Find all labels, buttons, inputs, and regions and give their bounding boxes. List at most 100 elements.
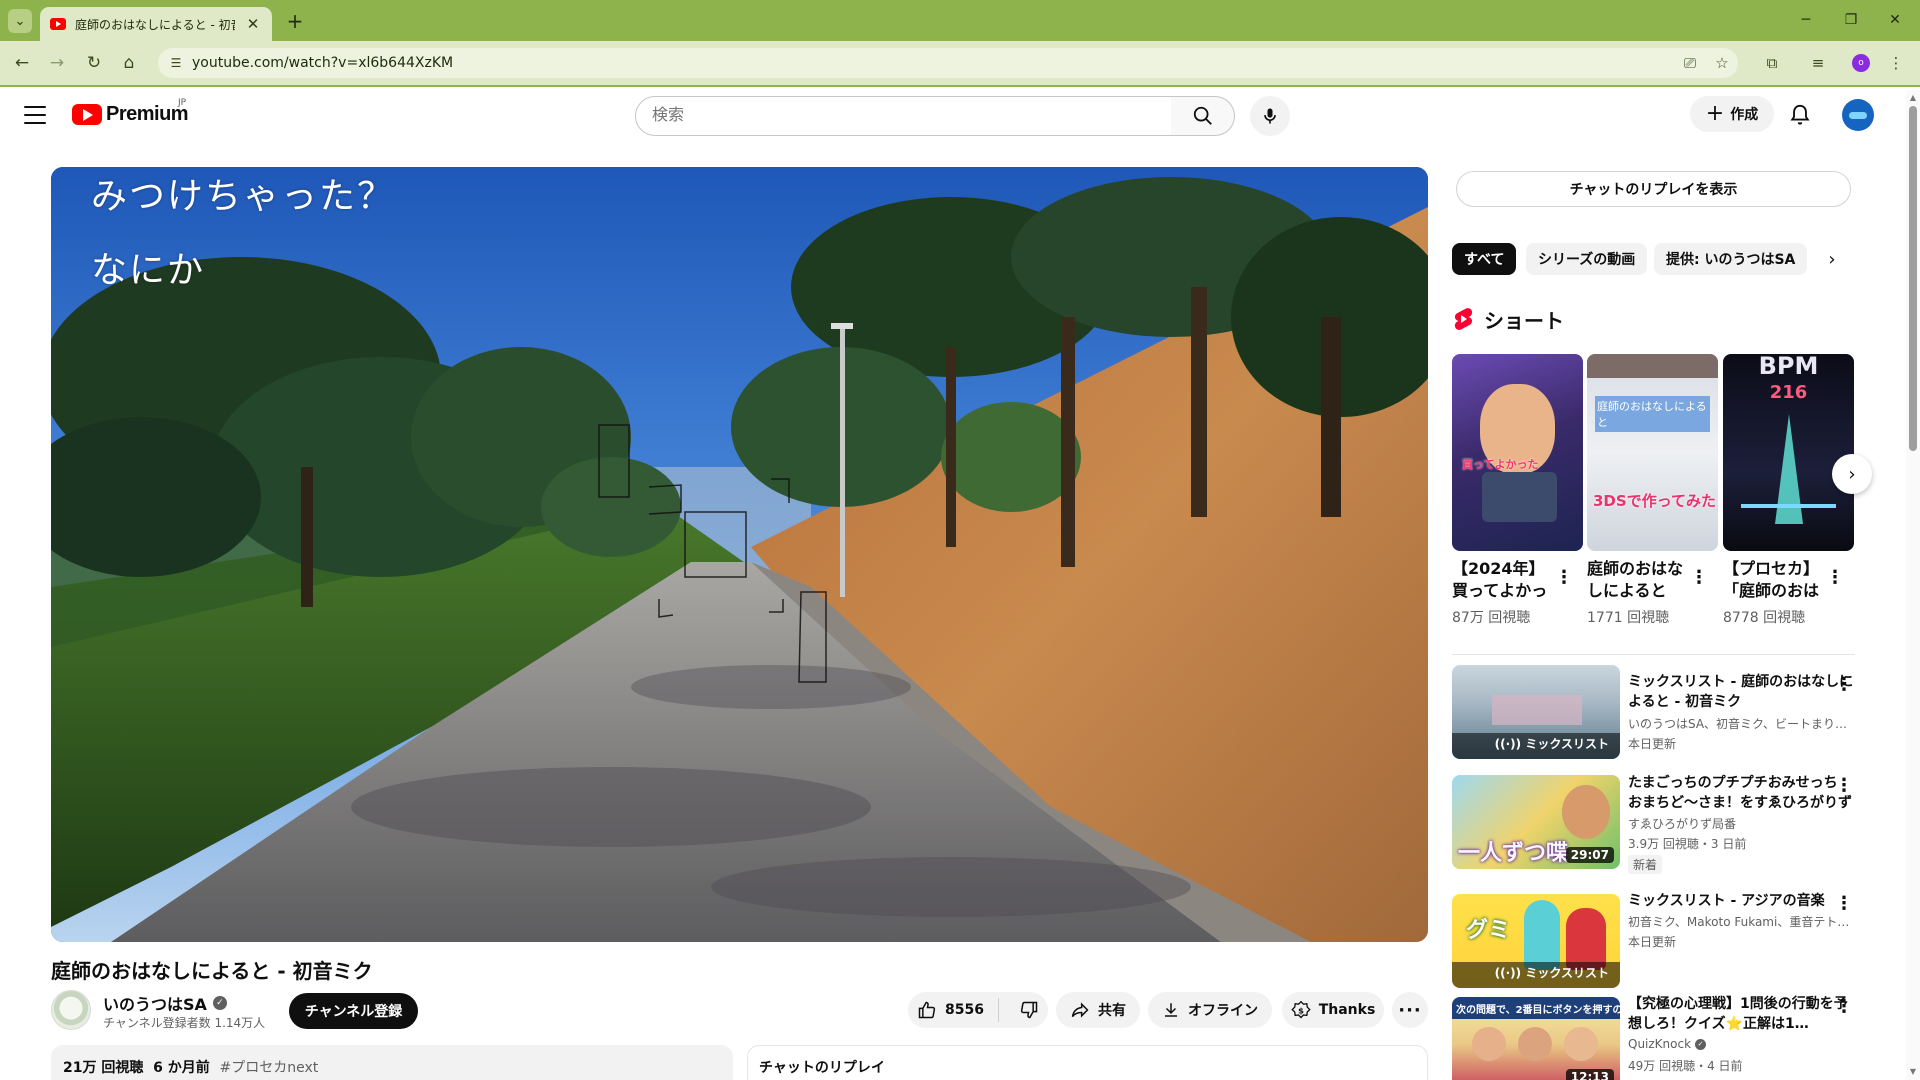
install-app-icon[interactable]: ⎚ <box>1678 51 1702 75</box>
short-thumb-caption: 3DSで作ってみた <box>1593 492 1716 510</box>
channel-name-text[interactable]: いのうつはSA <box>103 991 207 1015</box>
chat-replay-heading: チャットのリプレイ <box>759 1060 885 1076</box>
create-button[interactable]: + 作成 <box>1690 96 1774 132</box>
dislike-button[interactable] <box>1007 1000 1039 1020</box>
video-frame <box>51 167 1428 942</box>
microphone-icon <box>1264 108 1276 124</box>
window-close-icon[interactable]: ✕ <box>1880 8 1910 32</box>
short-thumbnail[interactable]: BPM 216 <box>1723 354 1854 551</box>
recommendation-title[interactable]: ミックスリスト - 庭師のおはなしによると - 初音ミク <box>1628 672 1856 712</box>
show-chat-replay-button[interactable]: チャットのリプレイを表示 <box>1456 171 1851 207</box>
account-avatar[interactable] <box>1842 99 1874 131</box>
back-icon[interactable]: ← <box>8 49 36 77</box>
recommendation-title[interactable]: ミックスリスト - アジアの音楽 <box>1628 891 1856 911</box>
more-vertical-icon[interactable]: ⋮ <box>1826 565 1844 589</box>
subscribe-button[interactable]: チャンネル登録 <box>289 993 418 1029</box>
share-button[interactable]: 共有 <box>1056 992 1140 1028</box>
person-face <box>1472 1027 1506 1061</box>
video-title: 庭師のおはなしによると - 初音ミク <box>51 959 373 983</box>
youtube-favicon-icon <box>50 18 66 30</box>
video-player[interactable]: みつけちゃった？ なにか <box>51 167 1428 942</box>
judge-line <box>1741 504 1836 508</box>
offline-download-button[interactable]: オフライン <box>1148 992 1272 1028</box>
short-views: 8778 回視聴 <box>1723 610 1806 626</box>
gadget-shape <box>1482 472 1557 522</box>
recommendation-channel-row: QuizKnock ✓ <box>1628 1037 1854 1051</box>
video-overlay-text-2: なにか <box>91 250 206 291</box>
bookmark-star-icon[interactable]: ☆ <box>1710 51 1734 75</box>
scrollbar-thumb[interactable] <box>1909 106 1917 451</box>
scroll-up-icon[interactable]: ▲ <box>1907 91 1919 103</box>
chip-channel[interactable]: 提供: いのうつはSA <box>1654 243 1808 275</box>
short-title[interactable]: 【プロセカ】「庭師のおはなしによると」 <box>1723 558 1831 602</box>
chip-series[interactable]: シリーズの動画 <box>1526 243 1648 275</box>
recommendation-thumbnail[interactable]: 一人ずつ喋 29:07 <box>1452 775 1620 869</box>
short-thumbnail[interactable]: 買ってよかった <box>1452 354 1583 551</box>
recommendation-thumbnail[interactable]: 次の問題で、2番目にボタンを押すのは？ 12:13 <box>1452 997 1620 1080</box>
more-vertical-icon[interactable]: ⋮ <box>1690 565 1708 589</box>
new-tab-button[interactable]: + <box>282 8 308 34</box>
channel-name[interactable]: いのうつはSA ✓ <box>103 991 227 1015</box>
search-button[interactable] <box>1171 96 1235 136</box>
verified-check-icon: ✓ <box>212 996 227 1010</box>
thumb-header-bar <box>1587 354 1718 378</box>
more-vertical-icon[interactable]: ⋮ <box>1835 773 1853 797</box>
notifications-bell-icon[interactable] <box>1786 101 1814 129</box>
reload-icon[interactable]: ↻ <box>80 49 108 77</box>
logo-text: Premium <box>106 103 189 125</box>
shelf-divider <box>1452 654 1855 655</box>
youtube-play-icon <box>72 104 102 125</box>
channel-avatar[interactable] <box>51 990 91 1030</box>
chevron-right-icon[interactable]: › <box>1818 243 1846 275</box>
voice-search-button[interactable] <box>1250 96 1290 136</box>
short-thumbnail[interactable]: 庭師のおはなしによると 3DSで作ってみた <box>1587 354 1718 551</box>
browser-menu-icon[interactable]: ⋮ <box>1884 51 1908 75</box>
thanks-button[interactable]: $ Thanks <box>1282 992 1384 1028</box>
more-actions-button[interactable]: ··· <box>1392 992 1428 1028</box>
short-thumb-caption: BPM <box>1758 354 1819 380</box>
shorts-next-button[interactable]: › <box>1832 454 1872 494</box>
recommendation-title[interactable]: 【究極の心理戦】1問後の行動を予想しろ！クイズ⭐正解は1… <box>1628 994 1856 1034</box>
scroll-down-icon[interactable]: ▼ <box>1907 1065 1919 1077</box>
mix-badge: ((·)) ミックスリスト <box>1494 737 1609 751</box>
minimize-icon[interactable]: ─ <box>1791 8 1821 32</box>
like-count: 8556 <box>945 1002 984 1018</box>
recommendation-thumbnail[interactable]: ((·)) ミックスリスト <box>1452 665 1620 759</box>
browser-tab-active[interactable]: 庭師のおはなしによると - 初音ミク ✕ <box>40 7 272 41</box>
more-vertical-icon[interactable]: ⋮ <box>1835 891 1853 915</box>
restore-icon[interactable]: ❐ <box>1836 8 1866 32</box>
recommendation-meta: 49万 回視聴・4 日前 <box>1628 1059 1743 1073</box>
thumbs-up-icon <box>918 1001 936 1019</box>
search-input[interactable] <box>635 96 1172 136</box>
recommendation-title[interactable]: たまごっちのプチプチおみせっち おまちど〜さま！をすゑひろがりず局番 <box>1628 773 1856 813</box>
share-label: 共有 <box>1098 1003 1126 1019</box>
url-text[interactable]: youtube.com/watch?v=xl6b644XzKM <box>192 55 453 71</box>
recommendation-meta: 本日更新 <box>1628 935 1677 949</box>
tab-close-icon[interactable]: ✕ <box>244 15 262 33</box>
home-icon[interactable]: ⌂ <box>115 49 143 77</box>
duration-badge: 12:13 <box>1565 1069 1614 1080</box>
chip-all[interactable]: すべて <box>1452 243 1517 275</box>
short-title[interactable]: 【2024年】買ってよかった <box>1452 558 1560 602</box>
youtube-premium-logo[interactable]: Premium <box>72 103 189 126</box>
site-info-icon[interactable]: ☰ <box>168 55 184 71</box>
thumb-caption: 次の問題で、2番目にボタンを押すのは？ <box>1452 997 1620 1019</box>
extensions-icon[interactable]: ⧉ <box>1760 51 1784 75</box>
recommendation-thumbnail[interactable]: グミ ((·)) ミックスリスト <box>1452 894 1620 988</box>
like-button[interactable]: 8556 <box>917 998 999 1022</box>
media-control-icon[interactable]: ≡ <box>1806 51 1830 75</box>
tab-search-icon[interactable]: ⌄ <box>8 9 32 33</box>
verified-check-icon: ✓ <box>1695 1038 1707 1050</box>
thumb-song-name: 庭師のおはなしによると <box>1595 396 1710 432</box>
browser-profile-avatar[interactable]: o <box>1852 54 1870 72</box>
hashtag-link[interactable]: #プロセカnext <box>219 1060 318 1076</box>
thumbs-down-icon <box>1020 1001 1038 1019</box>
thumb-shape <box>1492 695 1582 725</box>
guide-menu-icon[interactable] <box>22 103 48 127</box>
more-vertical-icon[interactable]: ⋮ <box>1555 565 1573 589</box>
short-title[interactable]: 庭師のおはなしによると <box>1587 558 1695 602</box>
more-vertical-icon[interactable]: ⋮ <box>1835 994 1853 1018</box>
forward-icon[interactable]: → <box>43 49 71 77</box>
short-views: 1771 回視聴 <box>1587 610 1670 626</box>
more-vertical-icon[interactable]: ⋮ <box>1835 672 1853 696</box>
